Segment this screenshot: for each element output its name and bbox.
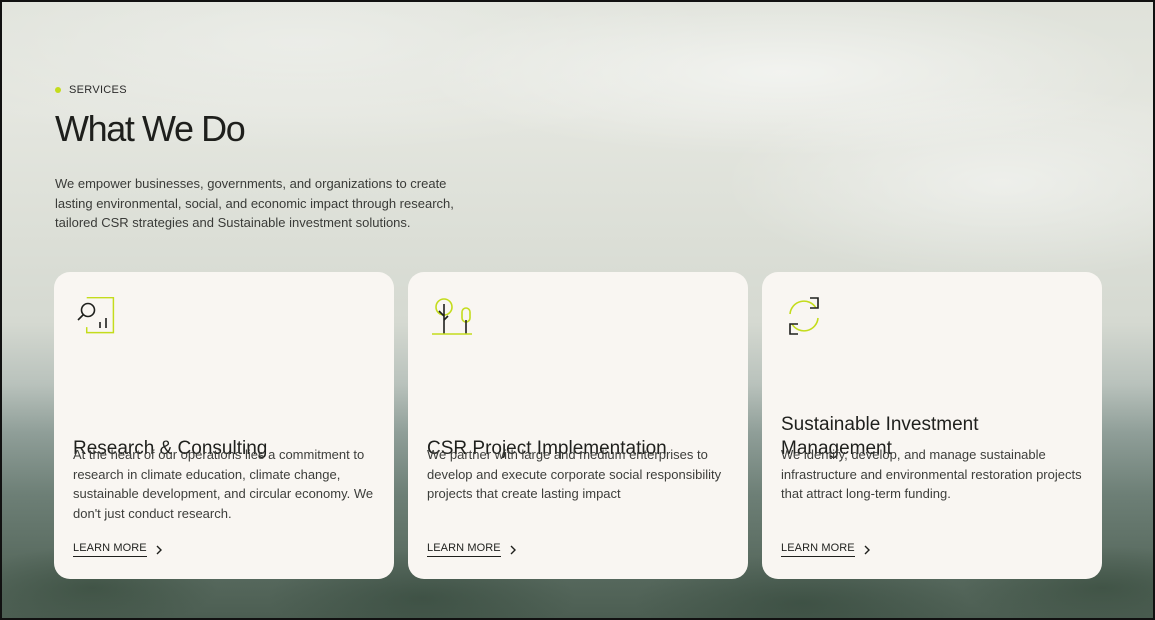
chevron-right-icon: [156, 545, 162, 554]
trees-icon: [428, 294, 472, 338]
refresh-arrows-icon: [782, 294, 826, 338]
learn-more-link[interactable]: LEARN MORE: [427, 542, 517, 557]
chevron-right-icon: [510, 545, 516, 554]
accent-dot-icon: [55, 87, 61, 93]
learn-more-label[interactable]: LEARN MORE: [427, 542, 501, 557]
section-intro: We empower businesses, governments, and …: [55, 176, 454, 230]
eyebrow-label: SERVICES: [69, 84, 127, 96]
services-section: SERVICES What We Do We empower businesse…: [0, 0, 1155, 620]
learn-more-link[interactable]: LEARN MORE: [781, 542, 871, 557]
learn-more-label[interactable]: LEARN MORE: [781, 542, 855, 557]
section-title: What We Do: [55, 108, 246, 149]
research-chart-icon: [74, 294, 118, 338]
card-description: We partner with large and medium enterpr…: [427, 447, 722, 501]
service-card-investment[interactable]: Sustainable Investment Management We ide…: [762, 272, 1102, 579]
service-card-csr[interactable]: CSR Project Implementation We partner wi…: [408, 272, 748, 579]
learn-more-link[interactable]: LEARN MORE: [73, 542, 163, 557]
service-card-research[interactable]: Research & Consulting At the heart of ou…: [54, 272, 394, 579]
card-description: At the heart of our operations lies a co…: [73, 447, 374, 521]
card-description: We identify, develop, and manage sustain…: [781, 447, 1082, 501]
section-eyebrow: SERVICES: [55, 84, 127, 96]
learn-more-label[interactable]: LEARN MORE: [73, 542, 147, 557]
chevron-right-icon: [864, 545, 870, 554]
